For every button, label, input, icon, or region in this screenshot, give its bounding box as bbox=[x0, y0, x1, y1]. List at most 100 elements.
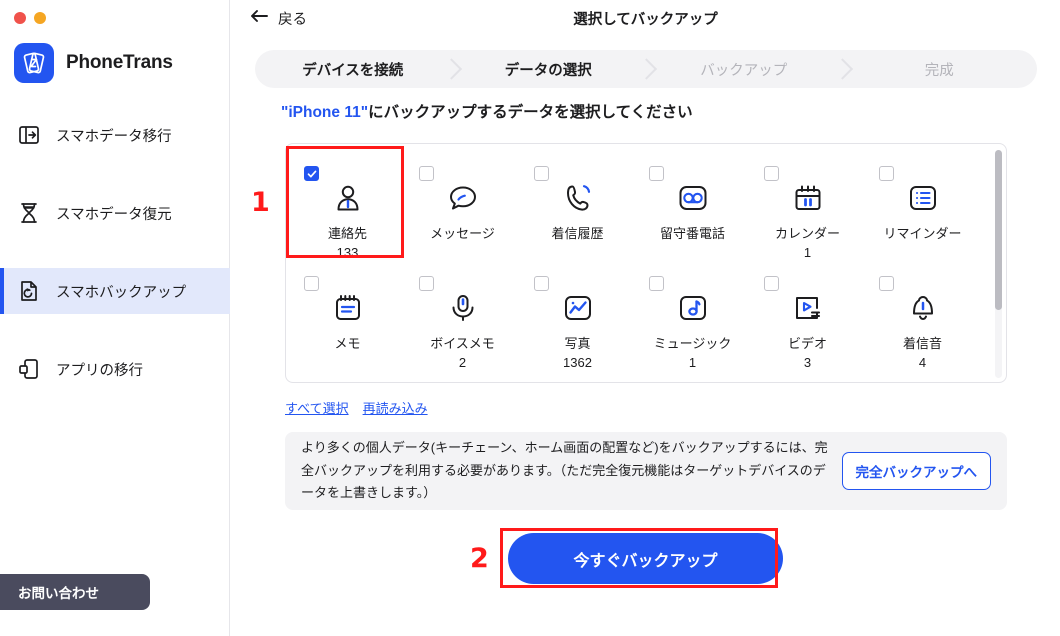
checkbox-voice-memo[interactable] bbox=[419, 276, 434, 291]
grid-scrollbar-thumb[interactable] bbox=[995, 150, 1002, 310]
voice-memo-icon bbox=[445, 290, 481, 326]
brand: PhoneTrans bbox=[14, 43, 173, 83]
sidebar-item-data-transfer[interactable]: スマホデータ移行 bbox=[0, 112, 230, 158]
checkbox-call-history[interactable] bbox=[534, 166, 549, 181]
grid-links: すべて選択 再読み込み bbox=[285, 398, 428, 417]
ringtone-icon bbox=[905, 290, 941, 326]
checkbox-messages[interactable] bbox=[419, 166, 434, 181]
section-title: "iPhone 11"にバックアップするデータを選択してください bbox=[281, 100, 693, 122]
voicemail-icon bbox=[675, 180, 711, 216]
contacts-icon bbox=[330, 180, 366, 216]
step-label: データの選択 bbox=[504, 62, 592, 79]
sidebar-item-app-migration[interactable]: アプリの移行 bbox=[0, 346, 230, 392]
data-cell-label: リマインダー bbox=[883, 226, 962, 241]
messages-icon bbox=[445, 180, 481, 216]
data-cell-voicemail[interactable]: 留守番電話 bbox=[635, 152, 750, 262]
checkbox-music[interactable] bbox=[649, 276, 664, 291]
data-type-grid: 連絡先 133 メッセージ 着信履歴 留守番電話 カレンダー 1 リマインダー … bbox=[285, 143, 1007, 383]
step-label: 完成 bbox=[924, 62, 954, 79]
data-cell-label: メモ bbox=[334, 336, 361, 351]
notes-icon bbox=[330, 290, 366, 326]
phonetrans-logo-icon bbox=[14, 43, 54, 83]
data-cell-music[interactable]: ミュージック 1 bbox=[635, 262, 750, 372]
data-cell-count: 1 bbox=[688, 355, 697, 371]
app-move-icon bbox=[16, 356, 42, 382]
data-cell-count: 2 bbox=[458, 355, 467, 371]
checkbox-contacts[interactable] bbox=[304, 166, 319, 181]
step-complete[interactable]: 完成 bbox=[842, 50, 1038, 88]
select-all-link[interactable]: すべて選択 bbox=[285, 398, 349, 417]
minimize-button-icon[interactable] bbox=[34, 12, 46, 24]
info-box: より多くの個人データ(キーチェーン、ホーム画面の配置など)をバックアップするには… bbox=[285, 432, 1007, 510]
data-cell-voice-memo[interactable]: ボイスメモ 2 bbox=[405, 262, 520, 372]
checkbox-voicemail[interactable] bbox=[649, 166, 664, 181]
hourglass-icon bbox=[16, 200, 42, 226]
photos-icon bbox=[560, 290, 596, 326]
data-cell-count: 3 bbox=[803, 355, 812, 371]
step-select-data[interactable]: データの選択 bbox=[451, 50, 647, 88]
close-button-icon[interactable] bbox=[14, 12, 26, 24]
checkbox-ringtone[interactable] bbox=[879, 276, 894, 291]
data-cell-label: 留守番電話 bbox=[659, 226, 725, 241]
backup-now-button[interactable]: 今すぐバックアップ bbox=[508, 533, 783, 584]
data-cell-photos[interactable]: 写真 1362 bbox=[520, 262, 635, 372]
checkbox-photos[interactable] bbox=[534, 276, 549, 291]
data-cell-calendar[interactable]: カレンダー 1 bbox=[750, 152, 865, 262]
data-cell-count: 1362 bbox=[563, 355, 592, 371]
checkbox-notes[interactable] bbox=[304, 276, 319, 291]
checkbox-calendar[interactable] bbox=[764, 166, 779, 181]
data-cell-label: メッセージ bbox=[430, 226, 495, 241]
backup-restore-icon bbox=[16, 278, 42, 304]
sidebar-item-label: スマホデータ移行 bbox=[56, 128, 172, 145]
sidebar-nav: スマホデータ移行 スマホデータ復元 スマホバックアップ アプリの移行 bbox=[0, 112, 230, 424]
grid-scrollbar[interactable] bbox=[995, 150, 1002, 378]
data-cell-count: 1 bbox=[803, 245, 812, 261]
data-cell-label: ビデオ bbox=[787, 336, 827, 351]
step-connect-device[interactable]: デバイスを接続 bbox=[255, 50, 451, 88]
data-cell-messages[interactable]: メッセージ bbox=[405, 152, 520, 262]
data-cell-label: 着信履歴 bbox=[551, 226, 604, 241]
top-bar: 戻る 選択してバックアップ bbox=[231, 0, 1060, 40]
data-cell-video[interactable]: ビデオ 3 bbox=[750, 262, 865, 372]
reminders-icon bbox=[905, 180, 941, 216]
data-cell-reminders[interactable]: リマインダー bbox=[865, 152, 980, 262]
data-cell-count: 133 bbox=[336, 245, 359, 261]
data-cell-label: ミュージック bbox=[653, 336, 732, 351]
reload-link[interactable]: 再読み込み bbox=[363, 398, 428, 417]
data-cell-ringtone[interactable]: 着信音 4 bbox=[865, 262, 980, 372]
data-cell-label: 写真 bbox=[564, 336, 591, 351]
window-controls bbox=[14, 12, 46, 24]
data-cell-label: カレンダー bbox=[774, 226, 840, 241]
grid-row: メモ ボイスメモ 2 写真 1362 ミュージック 1 ビデオ 3 着信音 4 bbox=[290, 262, 1002, 372]
brand-name: PhoneTrans bbox=[66, 52, 173, 73]
video-icon bbox=[790, 290, 826, 326]
device-name: "iPhone 11" bbox=[281, 104, 369, 121]
step-backup[interactable]: バックアップ bbox=[646, 50, 842, 88]
app-window: PhoneTrans スマホデータ移行 スマホデータ復元 スマホバックアップ ア… bbox=[0, 0, 1060, 636]
step-label: バックアップ bbox=[700, 62, 788, 79]
data-cell-label: 着信音 bbox=[902, 336, 942, 351]
sidebar-item-phone-backup[interactable]: スマホバックアップ bbox=[0, 268, 230, 314]
step-label: デバイスを接続 bbox=[302, 62, 404, 79]
step-indicator: デバイスを接続 データの選択 バックアップ 完成 bbox=[255, 50, 1037, 88]
checkbox-reminders[interactable] bbox=[879, 166, 894, 181]
sidebar: PhoneTrans スマホデータ移行 スマホデータ復元 スマホバックアップ ア… bbox=[0, 0, 230, 636]
data-cell-count: 4 bbox=[918, 355, 927, 371]
data-cell-call-history[interactable]: 着信履歴 bbox=[520, 152, 635, 262]
main-content: 戻る 選択してバックアップ デバイスを接続 データの選択 バックアップ 完成 "… bbox=[231, 0, 1060, 636]
data-cell-contacts[interactable]: 連絡先 133 bbox=[290, 152, 405, 262]
checkbox-video[interactable] bbox=[764, 276, 779, 291]
call-history-icon bbox=[560, 180, 596, 216]
sidebar-item-label: アプリの移行 bbox=[56, 362, 143, 379]
info-text: より多くの個人データ(キーチェーン、ホーム画面の配置など)をバックアップするには… bbox=[301, 440, 828, 501]
data-cell-notes[interactable]: メモ bbox=[290, 262, 405, 372]
calendar-icon bbox=[790, 180, 826, 216]
contact-us-button[interactable]: お問い合わせ bbox=[0, 574, 150, 610]
grid-row: 連絡先 133 メッセージ 着信履歴 留守番電話 カレンダー 1 リマインダー bbox=[290, 152, 1002, 262]
data-cell-label: 連絡先 bbox=[327, 226, 367, 241]
full-backup-button[interactable]: 完全バックアップへ bbox=[841, 452, 991, 490]
sidebar-item-label: スマホデータ復元 bbox=[56, 206, 172, 223]
transfer-icon bbox=[16, 122, 42, 148]
data-cell-label: ボイスメモ bbox=[430, 336, 495, 351]
sidebar-item-data-restore[interactable]: スマホデータ復元 bbox=[0, 190, 230, 236]
